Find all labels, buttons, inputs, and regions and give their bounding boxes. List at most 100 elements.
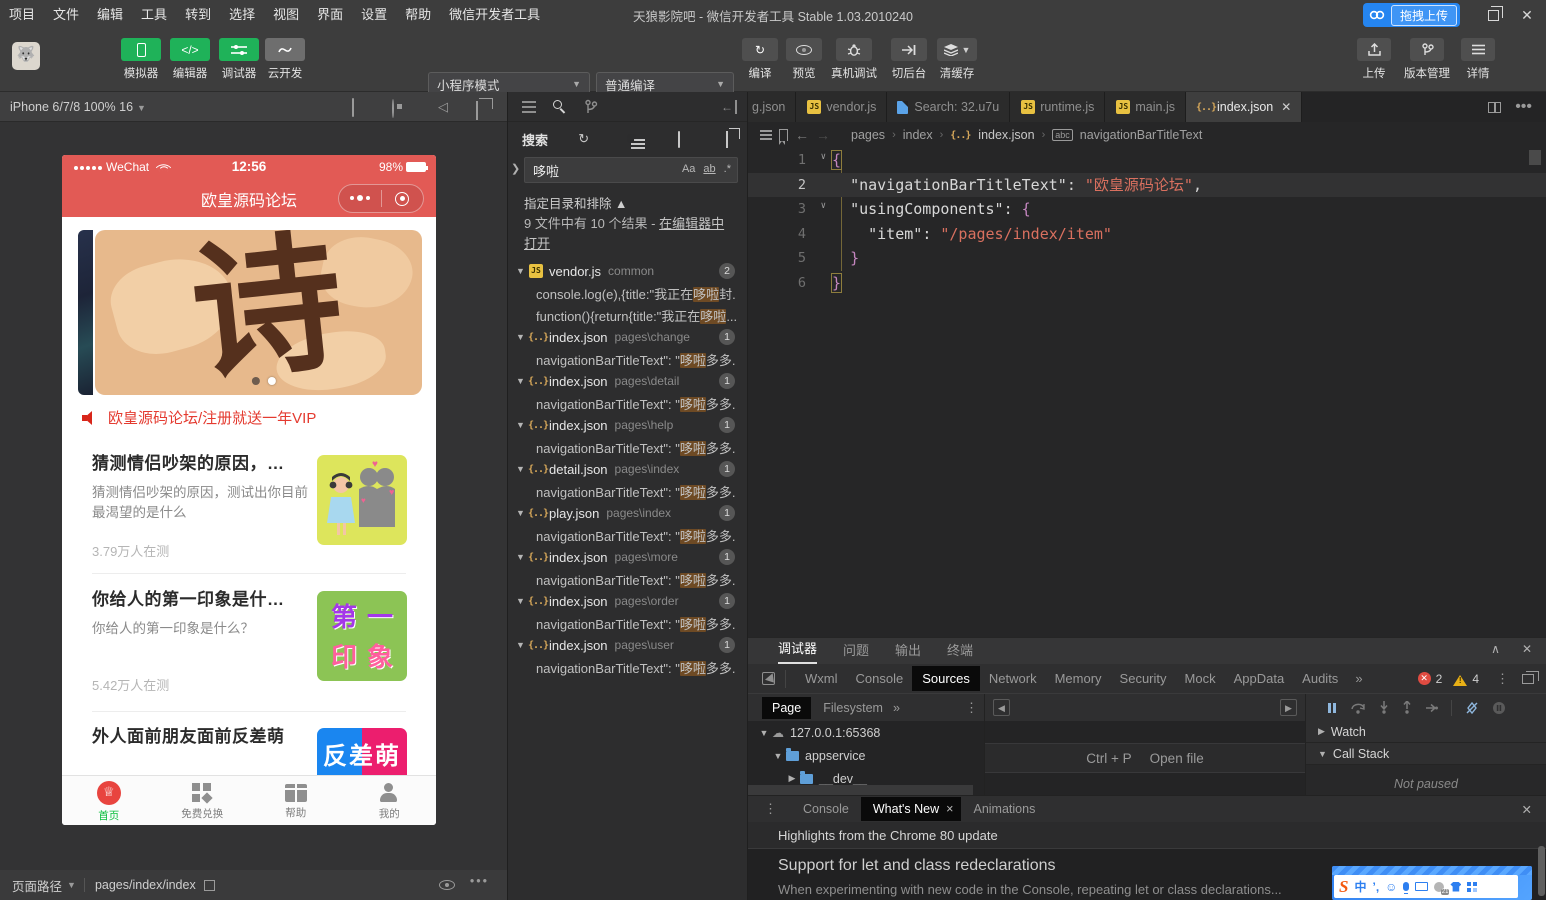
- tab-problems[interactable]: 问题: [843, 640, 869, 664]
- tab-memory[interactable]: Memory: [1046, 671, 1111, 686]
- menu-select[interactable]: 选择: [220, 0, 264, 30]
- menu-view[interactable]: 视图: [264, 0, 308, 30]
- tree-scrollbar[interactable]: [748, 785, 973, 795]
- tab-security[interactable]: Security: [1111, 671, 1176, 686]
- result-match-row[interactable]: navigationBarTitleText": "哆啦多多...: [508, 436, 745, 458]
- expand-search-icon[interactable]: ❯: [511, 162, 520, 175]
- result-match-row[interactable]: navigationBarTitleText": "哆啦多多...: [508, 656, 745, 678]
- toggle-device-icon[interactable]: [1522, 670, 1539, 684]
- tab-appdata[interactable]: AppData: [1225, 671, 1294, 686]
- drag-upload-button[interactable]: 拖拽上传: [1362, 3, 1460, 27]
- clear-cache-button[interactable]: ▼ 清缓存: [934, 38, 980, 81]
- tab-search[interactable]: Search: 32.u7u: [887, 92, 1011, 122]
- tab-wxml[interactable]: Wxml: [796, 671, 847, 686]
- account-icon[interactable]: [1434, 881, 1450, 895]
- tab-output[interactable]: 输出: [895, 640, 921, 664]
- close-tab-icon[interactable]: ×: [946, 802, 953, 816]
- close-drawer-icon[interactable]: ✕: [1522, 802, 1546, 817]
- dir-filter-toggle[interactable]: 指定目录和排除 ▲: [524, 193, 627, 212]
- crumb-pages[interactable]: pages: [851, 128, 885, 142]
- menu-edit[interactable]: 编辑: [88, 0, 132, 30]
- result-match-row[interactable]: function(){return{title:"我正在哆啦...: [508, 304, 745, 326]
- result-file-row[interactable]: ▼ index.jsonpages\help 1: [508, 414, 745, 436]
- collapse-panel-icon[interactable]: ∧: [1491, 642, 1500, 656]
- tab-network[interactable]: Network: [980, 671, 1046, 686]
- deactivate-breakpoints-icon[interactable]: [1465, 701, 1479, 715]
- menu-devtools[interactable]: 微信开发者工具: [440, 0, 549, 30]
- tab-home[interactable]: ♕ 首页: [62, 776, 156, 825]
- preview-button[interactable]: 预览: [784, 38, 824, 81]
- editor-more-icon[interactable]: •••: [1515, 98, 1532, 116]
- quiz-list-item[interactable]: 你给人的第一印象是什… 你给人的第一印象是什么？ 5.42万人在测 第一 印象: [92, 585, 407, 705]
- menu-project[interactable]: 项目: [0, 0, 44, 30]
- tab-console[interactable]: Console: [847, 671, 913, 686]
- refresh-icon[interactable]: ↻: [572, 131, 596, 147]
- tab-runtime-js[interactable]: runtime.js: [1010, 92, 1106, 122]
- inspect-element-icon[interactable]: [762, 672, 775, 685]
- show-debugger-icon[interactable]: ▶: [1280, 699, 1297, 716]
- tab-g-json[interactable]: g.json: [748, 92, 797, 122]
- crumb-symbol[interactable]: navigationBarTitleText: [1080, 128, 1203, 142]
- hide-navigator-icon[interactable]: ◀: [993, 699, 1010, 716]
- result-file-row[interactable]: ▼ play.jsonpages\index 1: [508, 502, 745, 524]
- menu-interface[interactable]: 界面: [308, 0, 352, 30]
- result-file-row[interactable]: ▼ index.jsonpages\user 1: [508, 634, 745, 656]
- emoji-icon[interactable]: ☺: [1385, 880, 1397, 894]
- result-match-row[interactable]: navigationBarTitleText": "哆啦多多...: [508, 524, 745, 546]
- drawer-tab-animations[interactable]: Animations: [961, 802, 1047, 816]
- tab-main-js[interactable]: main.js: [1105, 92, 1186, 122]
- punctuation-icon[interactable]: ’,: [1372, 880, 1379, 894]
- drawer-tab-whats-new[interactable]: What's New ×: [860, 797, 962, 821]
- restore-window-icon[interactable]: [1476, 0, 1510, 30]
- result-match-row[interactable]: navigationBarTitleText": "哆啦多多...: [508, 480, 745, 502]
- close-panel-icon[interactable]: ✕: [1522, 642, 1532, 656]
- fold-icon[interactable]: ∨: [821, 152, 826, 162]
- result-match-row[interactable]: navigationBarTitleText": "哆啦多多...: [508, 348, 745, 370]
- more-panels-icon[interactable]: »: [893, 701, 900, 715]
- result-match-row[interactable]: console.log(e),{title:"我正在哆啦封...: [508, 282, 745, 304]
- match-case-icon[interactable]: Aa: [680, 162, 697, 176]
- copy-path-icon[interactable]: [203, 879, 215, 891]
- capsule-menu[interactable]: [338, 184, 424, 213]
- page-path-label[interactable]: 页面路径: [12, 876, 62, 895]
- tab-help[interactable]: 帮助: [249, 776, 343, 825]
- collapse-all-icon[interactable]: [715, 130, 739, 148]
- split-editor-icon[interactable]: [1488, 101, 1502, 113]
- result-file-row[interactable]: ▼ vendor.jscommon 2: [508, 260, 745, 282]
- drawer-tab-console[interactable]: Console: [791, 802, 861, 816]
- capsule-more-icon[interactable]: [339, 190, 381, 208]
- tab-terminal[interactable]: 终端: [947, 640, 973, 664]
- keyboard-icon[interactable]: [1415, 882, 1429, 891]
- nav-forward-icon[interactable]: →: [816, 127, 830, 143]
- device-debug-button[interactable]: 真机调试: [826, 38, 882, 81]
- compile-button[interactable]: ↻ 编译: [740, 38, 780, 81]
- notice-marquee[interactable]: 欧皇源码论坛/注册就送一年VIP: [82, 407, 316, 428]
- tab-free-exchange[interactable]: 免费兑换: [156, 776, 250, 825]
- skin-icon[interactable]: [1450, 881, 1462, 892]
- result-match-row[interactable]: navigationBarTitleText": "哆啦多多...: [508, 612, 745, 634]
- switch-background-button[interactable]: 切后台: [886, 38, 932, 81]
- tab-mock[interactable]: Mock: [1176, 671, 1225, 686]
- regex-icon[interactable]: .*: [722, 162, 733, 176]
- call-stack-section[interactable]: ▼ Call Stack: [1306, 743, 1546, 765]
- quiz-list-item[interactable]: 外人面前朋友面前反差萌 反差萌 外人 朋友: [92, 722, 407, 775]
- tab-vendor-js[interactable]: vendor.js: [796, 92, 888, 122]
- tab-index-json[interactable]: index.json✕: [1185, 92, 1303, 122]
- nav-back-icon[interactable]: ←: [795, 127, 809, 143]
- menu-file[interactable]: 文件: [44, 0, 88, 30]
- capsule-close-icon[interactable]: [382, 191, 424, 206]
- menu-tools[interactable]: 工具: [132, 0, 176, 30]
- device-selector[interactable]: iPhone 6/7/8 100% 16 ▼: [10, 100, 146, 114]
- menu-goto[interactable]: 转到: [176, 0, 220, 30]
- mic-icon[interactable]: [1403, 882, 1410, 894]
- bookmark-icon[interactable]: [779, 129, 788, 145]
- record-icon[interactable]: [392, 99, 394, 118]
- detail-button[interactable]: 详情: [1458, 38, 1498, 81]
- step-out-icon[interactable]: [1402, 701, 1412, 714]
- version-manage-button[interactable]: 版本管理: [1400, 38, 1454, 81]
- fold-icon[interactable]: ∨: [821, 201, 826, 211]
- debugger-toggle-button[interactable]: 调试器: [216, 38, 262, 81]
- tab-audits[interactable]: Audits: [1293, 671, 1347, 686]
- more-tabs-icon[interactable]: »: [1347, 671, 1370, 686]
- tab-mine[interactable]: 我的: [343, 776, 437, 825]
